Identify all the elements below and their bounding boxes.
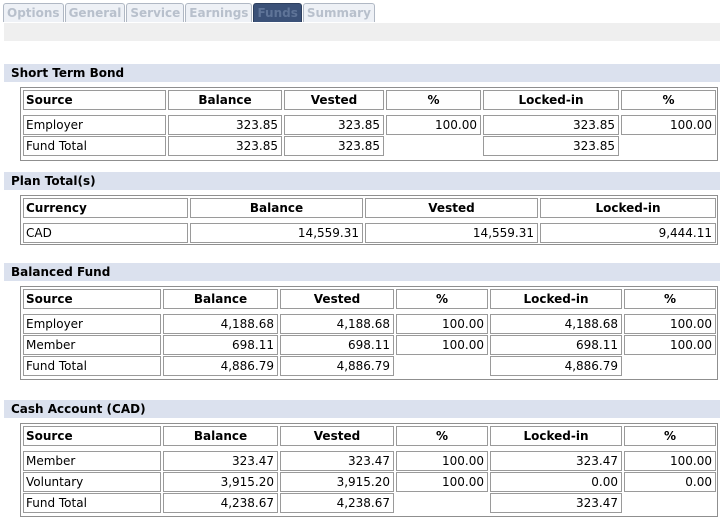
stb-row-total-balance: 323.85 [168, 136, 282, 156]
stb-header-locked-in: Locked-in [483, 90, 619, 110]
stb-header-vested: Vested [284, 90, 384, 110]
ca-row-total-vested: 4,238.67 [280, 493, 394, 513]
bf-row-member-percent: 100.00 [396, 335, 488, 355]
stb-header-percent: % [386, 90, 481, 110]
ca-header-balance: Balance [163, 426, 278, 446]
stb-row-total-vested: 323.85 [284, 136, 384, 156]
ca-header-locked-in: Locked-in [490, 426, 622, 446]
bf-row-member-vested: 698.11 [280, 335, 394, 355]
toolbar-strip [4, 23, 720, 41]
tab-funds[interactable]: Funds [253, 3, 302, 22]
ca-row-total-source: Fund Total [23, 493, 161, 513]
bf-row-employer-vested: 4,188.68 [280, 314, 394, 334]
balanced-fund-header: Balanced Fund [4, 263, 720, 281]
bf-row-member-locked-percent: 100.00 [624, 335, 716, 355]
ca-row-member-percent: 100.00 [396, 451, 488, 471]
ca-row-voluntary-locked-percent: 0.00 [624, 472, 716, 492]
bf-row-total-vested: 4,886.79 [280, 356, 394, 376]
bf-row-employer-percent: 100.00 [396, 314, 488, 334]
stb-row-total-source: Fund Total [23, 136, 166, 156]
tab-options[interactable]: Options [3, 3, 64, 22]
bf-header-vested: Vested [280, 289, 394, 309]
stb-row-employer-percent: 100.00 [386, 115, 481, 135]
bf-header-locked-percent: % [624, 289, 716, 309]
bf-row-employer-balance: 4,188.68 [163, 314, 278, 334]
bf-row-employer-locked-in: 4,188.68 [490, 314, 622, 334]
tab-summary[interactable]: Summary [302, 3, 375, 22]
cash-account-header: Cash Account (CAD) [4, 400, 720, 418]
ca-row-member-balance: 323.47 [163, 451, 278, 471]
plan-header-balance: Balance [190, 198, 363, 218]
bf-row-total-source: Fund Total [23, 356, 161, 376]
plan-header-locked-in: Locked-in [540, 198, 716, 218]
bf-row-total-locked-in: 4,886.79 [490, 356, 622, 376]
plan-header-currency: Currency [23, 198, 188, 218]
stb-header-balance: Balance [168, 90, 282, 110]
ca-header-percent: % [396, 426, 488, 446]
plan-row-currency: CAD [23, 223, 188, 243]
ca-row-voluntary-balance: 3,915.20 [163, 472, 278, 492]
plan-totals-header: Plan Total(s) [4, 172, 720, 190]
ca-row-total-balance: 4,238.67 [163, 493, 278, 513]
stb-row-employer-locked-percent: 100.00 [621, 115, 716, 135]
bf-header-percent: % [396, 289, 488, 309]
bf-row-employer-source: Employer [23, 314, 161, 334]
stb-row-employer-source: Employer [23, 115, 166, 135]
plan-row-vested: 14,559.31 [365, 223, 538, 243]
short-term-bond-header: Short Term Bond [4, 64, 720, 82]
ca-header-vested: Vested [280, 426, 394, 446]
stb-header-locked-percent: % [621, 90, 716, 110]
stb-row-employer-balance: 323.85 [168, 115, 282, 135]
ca-row-member-locked-in: 323.47 [490, 451, 622, 471]
stb-row-employer-vested: 323.85 [284, 115, 384, 135]
ca-header-locked-percent: % [624, 426, 716, 446]
ca-row-voluntary-source: Voluntary [23, 472, 161, 492]
plan-row-balance: 14,559.31 [190, 223, 363, 243]
tab-service[interactable]: Service [126, 3, 185, 22]
ca-row-voluntary-vested: 3,915.20 [280, 472, 394, 492]
bf-row-employer-locked-percent: 100.00 [624, 314, 716, 334]
bf-row-total-balance: 4,886.79 [163, 356, 278, 376]
tab-bar: Options General Service Earnings Funds S… [3, 3, 376, 23]
bf-row-member-source: Member [23, 335, 161, 355]
bf-row-member-locked-in: 698.11 [490, 335, 622, 355]
bf-header-balance: Balance [163, 289, 278, 309]
ca-row-member-locked-percent: 100.00 [624, 451, 716, 471]
ca-row-voluntary-percent: 100.00 [396, 472, 488, 492]
tab-general[interactable]: General [64, 3, 126, 22]
ca-row-total-locked-in: 323.47 [490, 493, 622, 513]
stb-row-total-locked-in: 323.85 [483, 136, 619, 156]
ca-row-voluntary-locked-in: 0.00 [490, 472, 622, 492]
stb-row-employer-locked-in: 323.85 [483, 115, 619, 135]
bf-header-locked-in: Locked-in [490, 289, 622, 309]
bf-header-source: Source [23, 289, 161, 309]
plan-header-vested: Vested [365, 198, 538, 218]
ca-row-member-source: Member [23, 451, 161, 471]
bf-row-member-balance: 698.11 [163, 335, 278, 355]
plan-row-locked-in: 9,444.11 [540, 223, 716, 243]
ca-row-member-vested: 323.47 [280, 451, 394, 471]
tab-earnings[interactable]: Earnings [185, 3, 253, 22]
ca-header-source: Source [23, 426, 161, 446]
stb-header-source: Source [23, 90, 166, 110]
